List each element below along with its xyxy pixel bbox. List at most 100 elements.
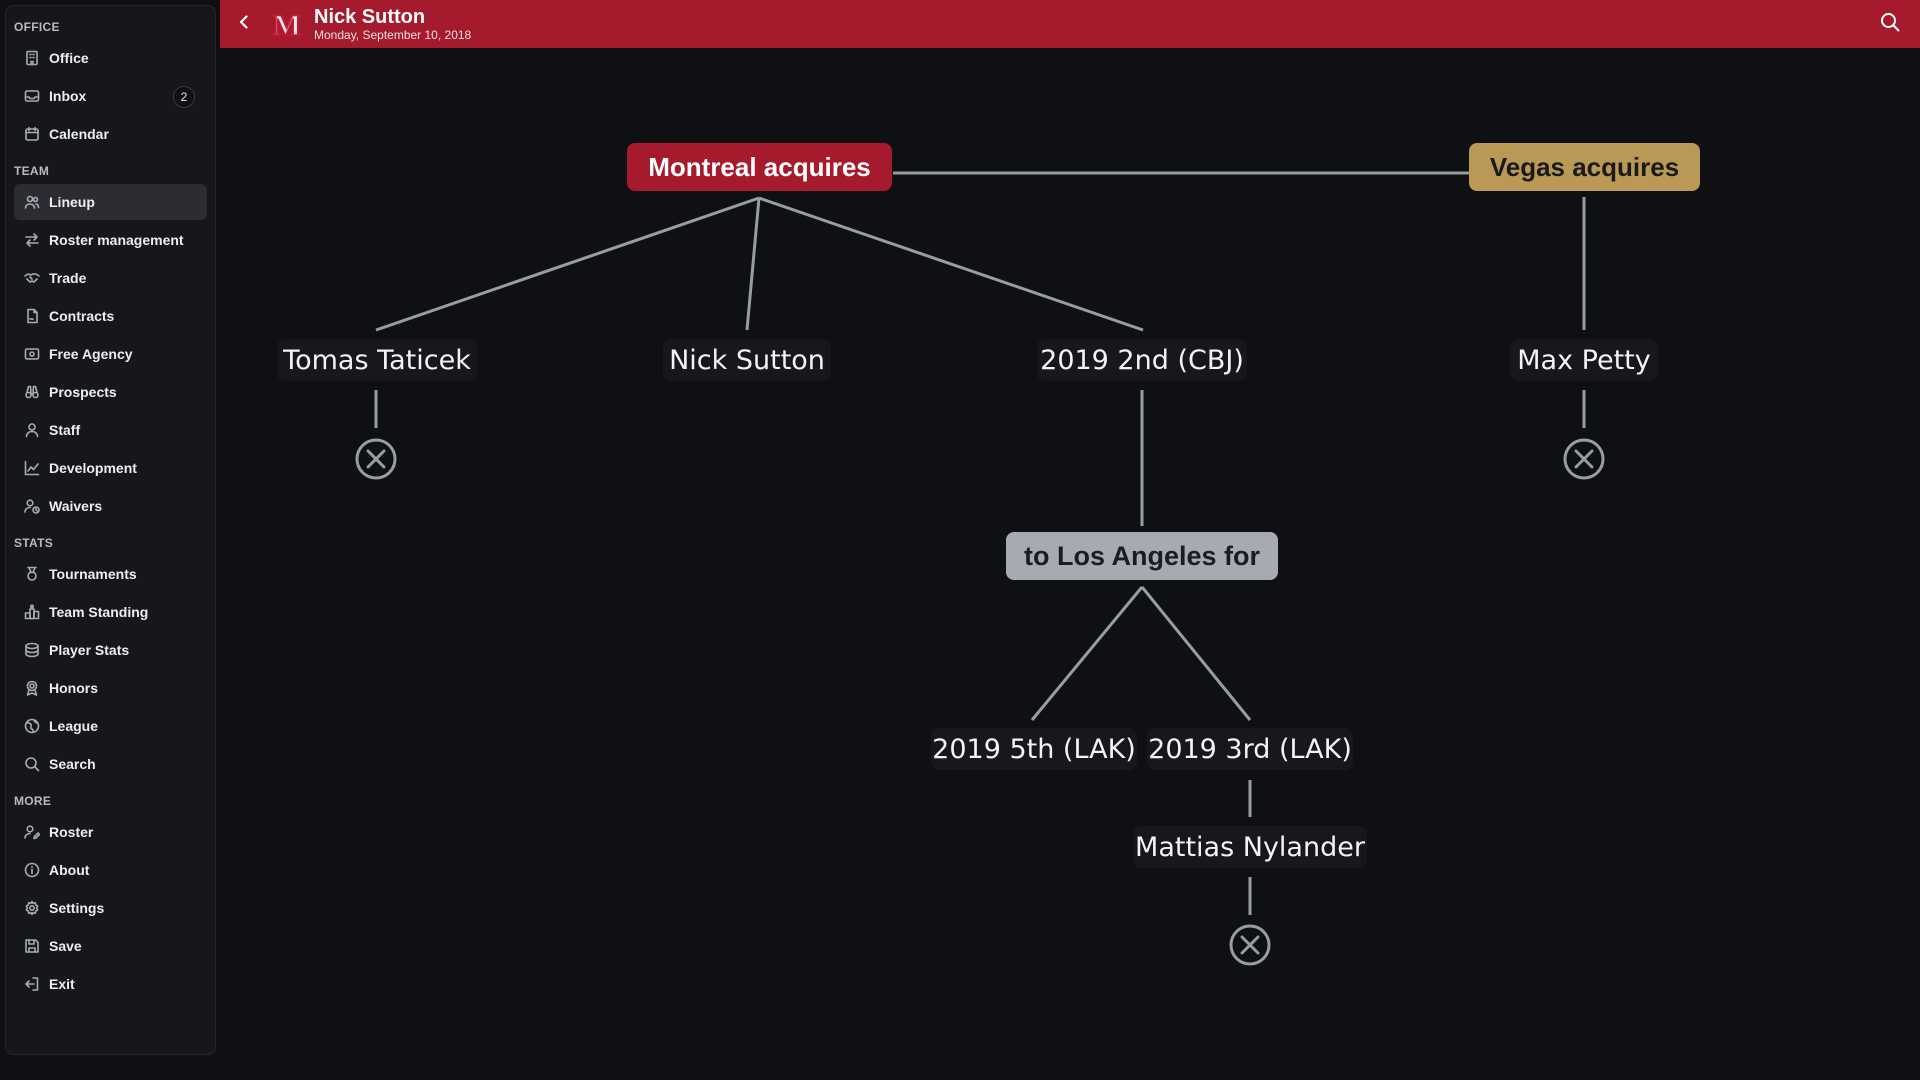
sidebar-item-roster-management[interactable]: Roster management [14,222,207,258]
asset-2019-5th-lak[interactable]: 2019 5th (LAK) [931,728,1137,770]
header-search-button[interactable] [1878,12,1902,36]
asset-tomas-taticek[interactable]: Tomas Taticek [277,339,477,381]
sidebar-item-tournaments[interactable]: Tournaments [14,556,207,592]
connector-montreal-taticek [375,196,760,332]
sidebar-item-team-standing[interactable]: Team Standing [14,594,207,630]
sidebar-item-waivers[interactable]: Waivers [14,488,207,524]
sidebar-item-label: Save [49,938,82,954]
inbox-icon [24,88,40,104]
sidebar-item-league[interactable]: League [14,708,207,744]
sidebar-item-label: Player Stats [49,642,130,658]
sidebar-item-inbox[interactable]: Inbox 2 [14,78,207,114]
team-logo: M [270,8,304,40]
search-icon [24,756,40,772]
sidebar: OFFICE Office Inbox 2 Calendar TEAM Line… [5,5,216,1055]
svg-text:M: M [273,9,301,39]
connector-montreal-pick-cbj [758,196,1144,332]
sidebar-item-label: Honors [49,680,98,696]
user-edit-icon [24,824,40,840]
sidebar-item-label: About [49,862,90,878]
medal-icon [24,566,40,582]
podium-icon [24,604,40,620]
sidebar-item-label: Contracts [49,308,115,324]
sidebar-item-label: Waivers [49,498,103,514]
sidebar-item-contracts[interactable]: Contracts [14,298,207,334]
arrows-swap-icon [24,232,40,248]
sidebar-item-label: Development [49,460,137,476]
sidebar-item-about[interactable]: About [14,852,207,888]
montreal-acquires-node: Montreal acquires [627,143,892,191]
sidebar-item-settings[interactable]: Settings [14,890,207,926]
sidebar-section-office: OFFICE [14,20,60,34]
database-icon [24,642,40,658]
sidebar-item-label: Roster management [49,232,184,248]
end-marker-nylander-close-circle-icon [1228,923,1272,967]
connector-deal-3rd [1140,586,1252,721]
sidebar-item-label: Free Agency [49,346,133,362]
sidebar-item-save[interactable]: Save [14,928,207,964]
back-button[interactable] [224,0,264,48]
calendar-icon [24,126,40,142]
asset-nick-sutton[interactable]: Nick Sutton [663,339,831,381]
sidebar-item-label: Settings [49,900,105,916]
sidebar-item-label: Trade [49,270,87,286]
top-bar: M Nick Sutton Monday, September 10, 2018 [220,0,1920,48]
save-icon [24,938,40,954]
info-icon [24,862,40,878]
sidebar-section-stats: STATS [14,536,54,550]
sidebar-item-label: Lineup [49,194,95,210]
inbox-count-badge: 2 [173,86,195,108]
user-clock-icon [24,498,40,514]
handshake-icon [24,270,40,286]
sidebar-item-development[interactable]: Development [14,450,207,486]
gear-icon [24,900,40,916]
sidebar-item-label: Office [49,50,89,66]
sidebar-item-label: Prospects [49,384,117,400]
sidebar-item-calendar[interactable]: Calendar [14,116,207,152]
sidebar-item-office[interactable]: Office [14,40,207,76]
sidebar-item-label: League [49,718,99,734]
sidebar-item-label: Roster [49,824,94,840]
globe-icon [24,718,40,734]
end-marker-taticek-close-circle-icon [354,437,398,481]
end-marker-petty-close-circle-icon [1562,437,1606,481]
exit-icon [24,976,40,992]
sidebar-item-roster[interactable]: Roster [14,814,207,850]
sidebar-item-label: Calendar [49,126,109,142]
sidebar-item-exit[interactable]: Exit [14,966,207,1002]
sidebar-item-trade[interactable]: Trade [14,260,207,296]
sidebar-section-more: MORE [14,794,52,808]
asset-mattias-nylander[interactable]: Mattias Nylander [1133,826,1367,868]
user-icon [24,422,40,438]
asset-2019-2nd-cbj[interactable]: 2019 2nd (CBJ) [1037,339,1247,381]
sidebar-item-free-agency[interactable]: Free Agency [14,336,207,372]
chevron-left-icon [235,13,253,36]
current-date: Monday, September 10, 2018 [314,28,472,42]
sidebar-item-honors[interactable]: Honors [14,670,207,706]
award-icon [24,680,40,696]
sidebar-item-staff[interactable]: Staff [14,412,207,448]
sidebar-item-label: Inbox [49,88,87,104]
chart-line-icon [24,460,40,476]
building-icon [24,50,40,66]
sidebar-item-label: Staff [49,422,81,438]
connector-deal-5th [1030,586,1144,721]
sidebar-item-label: Tournaments [49,566,137,582]
users-icon [24,194,40,210]
asset-2019-3rd-lak[interactable]: 2019 3rd (LAK) [1147,728,1353,770]
deal-los-angeles-node: to Los Angeles for [1006,532,1278,580]
contract-icon [24,308,40,324]
sidebar-item-player-stats[interactable]: Player Stats [14,632,207,668]
sidebar-item-label: Exit [49,976,75,992]
sidebar-item-search[interactable]: Search [14,746,207,782]
id-card-icon [24,346,40,362]
binoculars-icon [24,384,40,400]
search-icon [1879,11,1901,38]
sidebar-item-prospects[interactable]: Prospects [14,374,207,410]
sidebar-item-lineup[interactable]: Lineup [14,184,207,220]
connector-montreal-sutton [745,197,761,331]
sidebar-section-team: TEAM [14,164,50,178]
vegas-acquires-node: Vegas acquires [1469,143,1700,191]
sidebar-item-label: Team Standing [49,604,149,620]
asset-max-petty[interactable]: Max Petty [1510,339,1658,381]
